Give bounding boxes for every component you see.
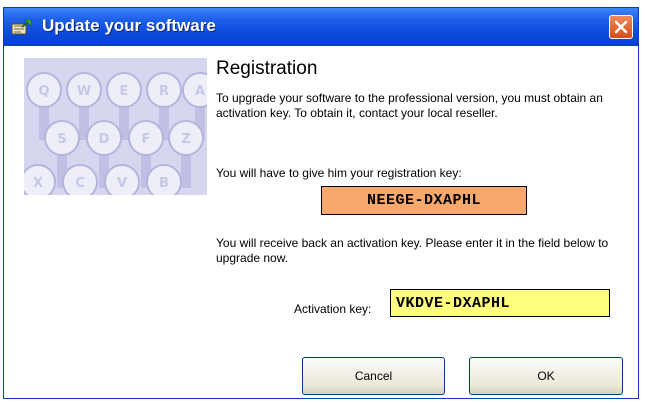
svg-text:X: X [33, 176, 43, 191]
registration-key-display: NEEGE-DXAPHL [321, 186, 527, 215]
title-bar[interactable]: Update your software [4, 8, 638, 46]
svg-text:C: C [75, 176, 85, 191]
activation-key-input[interactable]: VKDVE-DXAPHL [390, 289, 610, 317]
keyboard-keys-graphic: Q W E R A S D F Z X C V B [24, 58, 207, 195]
svg-text:F: F [142, 132, 151, 147]
svg-text:W: W [77, 84, 91, 99]
intro-text: To upgrade your software to the professi… [216, 91, 603, 120]
svg-text:B: B [159, 176, 169, 191]
svg-text:E: E [120, 84, 129, 99]
window-title: Update your software [42, 16, 216, 35]
dialog-body: Q W E R A S D F Z X C V B Registration To upgrade yo… [4, 46, 638, 398]
activation-key-label: Activation key: [294, 302, 372, 316]
ok-button[interactable]: OK [469, 357, 623, 395]
give-key-instruction: You will have to give him your registrat… [216, 166, 462, 180]
svg-text:S: S [57, 132, 66, 147]
svg-text:A: A [195, 84, 205, 99]
svg-text:V: V [117, 176, 127, 191]
app-icon [11, 19, 32, 35]
dialog-window: Update your software Q W E R A S D F Z X C V B Regis… [3, 7, 639, 399]
close-button[interactable] [609, 15, 633, 39]
svg-text:Z: Z [181, 132, 190, 147]
svg-text:Q: Q [38, 84, 49, 99]
receive-key-instruction: You will receive back an activation key.… [216, 236, 609, 265]
close-icon [614, 20, 628, 34]
cancel-button[interactable]: Cancel [302, 357, 445, 395]
registration-heading: Registration [216, 58, 318, 79]
svg-text:D: D [99, 132, 110, 147]
svg-text:R: R [159, 84, 169, 99]
